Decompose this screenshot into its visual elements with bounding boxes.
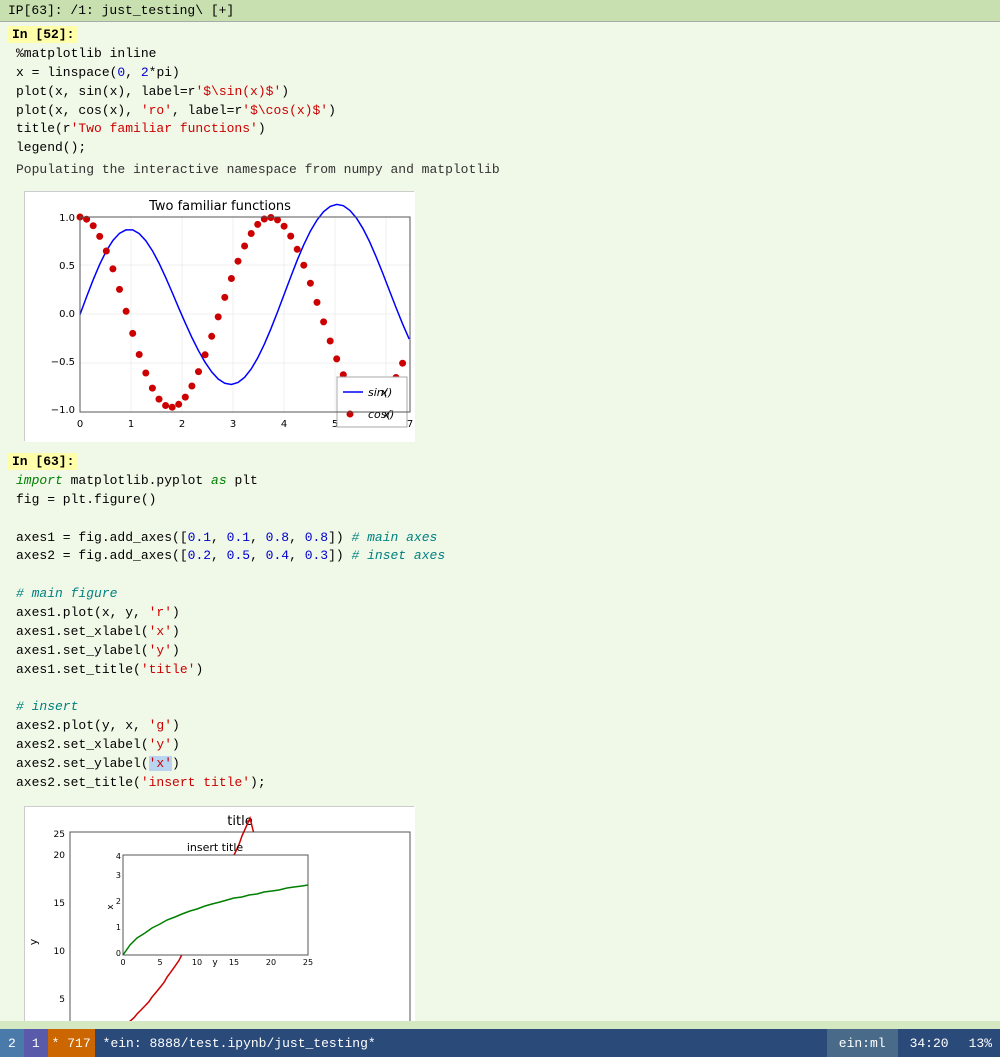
svg-text:15: 15 <box>54 899 65 909</box>
svg-text:0: 0 <box>77 419 83 430</box>
chart-1-svg: Two familiar functions 1.0 0.5 0.0 −0.5 … <box>25 192 415 442</box>
cell-52: In [52]: %matplotlib inline x = linspace… <box>0 22 1000 183</box>
svg-text:25: 25 <box>303 958 313 967</box>
svg-text:5: 5 <box>157 958 162 967</box>
chart-2-inset-ylabel: x <box>106 904 116 910</box>
cell-52-label: In [52]: <box>8 26 78 43</box>
svg-text:2: 2 <box>116 897 121 906</box>
svg-text:): ) <box>387 386 392 399</box>
cell-63-label: In [63]: <box>8 453 78 470</box>
chart-2-svg: title y x 0 5 10 15 20 25 0 1 2 3 4 5 <box>25 807 415 1021</box>
notebook: In [52]: %matplotlib inline x = linspace… <box>0 22 1000 1021</box>
cell-63-code[interactable]: import matplotlib.pyplot as plt fig = pl… <box>0 470 1000 794</box>
status-mode: ein:ml <box>827 1029 898 1057</box>
svg-text:0: 0 <box>116 949 121 958</box>
svg-text:2: 2 <box>179 419 185 430</box>
chart-1-container: Two familiar functions 1.0 0.5 0.0 −0.5 … <box>24 191 414 441</box>
svg-text:1: 1 <box>116 923 121 932</box>
status-bar: 2 1 * 717 *ein: 8888/test.ipynb/just_tes… <box>0 1029 1000 1057</box>
chart-2-container: title y x 0 5 10 15 20 25 0 1 2 3 4 5 <box>24 806 414 1021</box>
svg-text:20: 20 <box>54 851 66 861</box>
svg-text:x: x <box>382 408 390 421</box>
svg-text:5: 5 <box>59 995 65 1005</box>
status-cell-num2[interactable]: 1 <box>24 1029 48 1057</box>
status-asterisk-indicator: * 717 <box>48 1029 95 1057</box>
svg-text:15: 15 <box>229 958 239 967</box>
svg-text:4: 4 <box>116 852 121 861</box>
title-bar: IP[63]: /1: just_testing\ [+] <box>0 0 1000 22</box>
svg-text:3: 3 <box>116 871 121 880</box>
svg-text:1.0: 1.0 <box>59 213 75 224</box>
svg-text:−0.5: −0.5 <box>51 357 75 368</box>
svg-text:25: 25 <box>54 830 65 840</box>
status-filename: *ein: 8888/test.ipynb/just_testing* <box>95 1036 827 1051</box>
title-text: IP[63]: /1: just_testing\ [+] <box>8 3 234 18</box>
svg-text:7: 7 <box>407 419 413 430</box>
svg-text:0.5: 0.5 <box>59 261 75 272</box>
status-cell-num1[interactable]: 2 <box>0 1029 24 1057</box>
svg-text:−1.0: −1.0 <box>51 405 75 416</box>
cell-52-output: Populating the interactive namespace fro… <box>0 160 1000 179</box>
chart-2-ylabel: y <box>27 939 40 946</box>
svg-text:1: 1 <box>128 419 134 430</box>
cell-52-code[interactable]: %matplotlib inline x = linspace(0, 2*pi)… <box>0 43 1000 160</box>
svg-text:0.0: 0.0 <box>59 309 75 320</box>
cell-63: In [63]: import matplotlib.pyplot as plt… <box>0 449 1000 798</box>
svg-text:0: 0 <box>120 958 125 967</box>
svg-text:3: 3 <box>230 419 236 430</box>
svg-text:): ) <box>389 408 394 421</box>
svg-text:4: 4 <box>281 419 287 430</box>
svg-text:10: 10 <box>192 958 202 967</box>
svg-text:20: 20 <box>266 958 276 967</box>
chart-1-title: Two familiar functions <box>148 199 291 214</box>
status-percent: 13% <box>961 1036 1000 1051</box>
chart-2-inset-xlabel: y <box>212 958 218 968</box>
chart-2-inset-title: insert title <box>187 841 244 854</box>
svg-text:x: x <box>380 386 388 399</box>
status-position: 34:20 <box>898 1036 961 1051</box>
svg-text:10: 10 <box>54 947 66 957</box>
